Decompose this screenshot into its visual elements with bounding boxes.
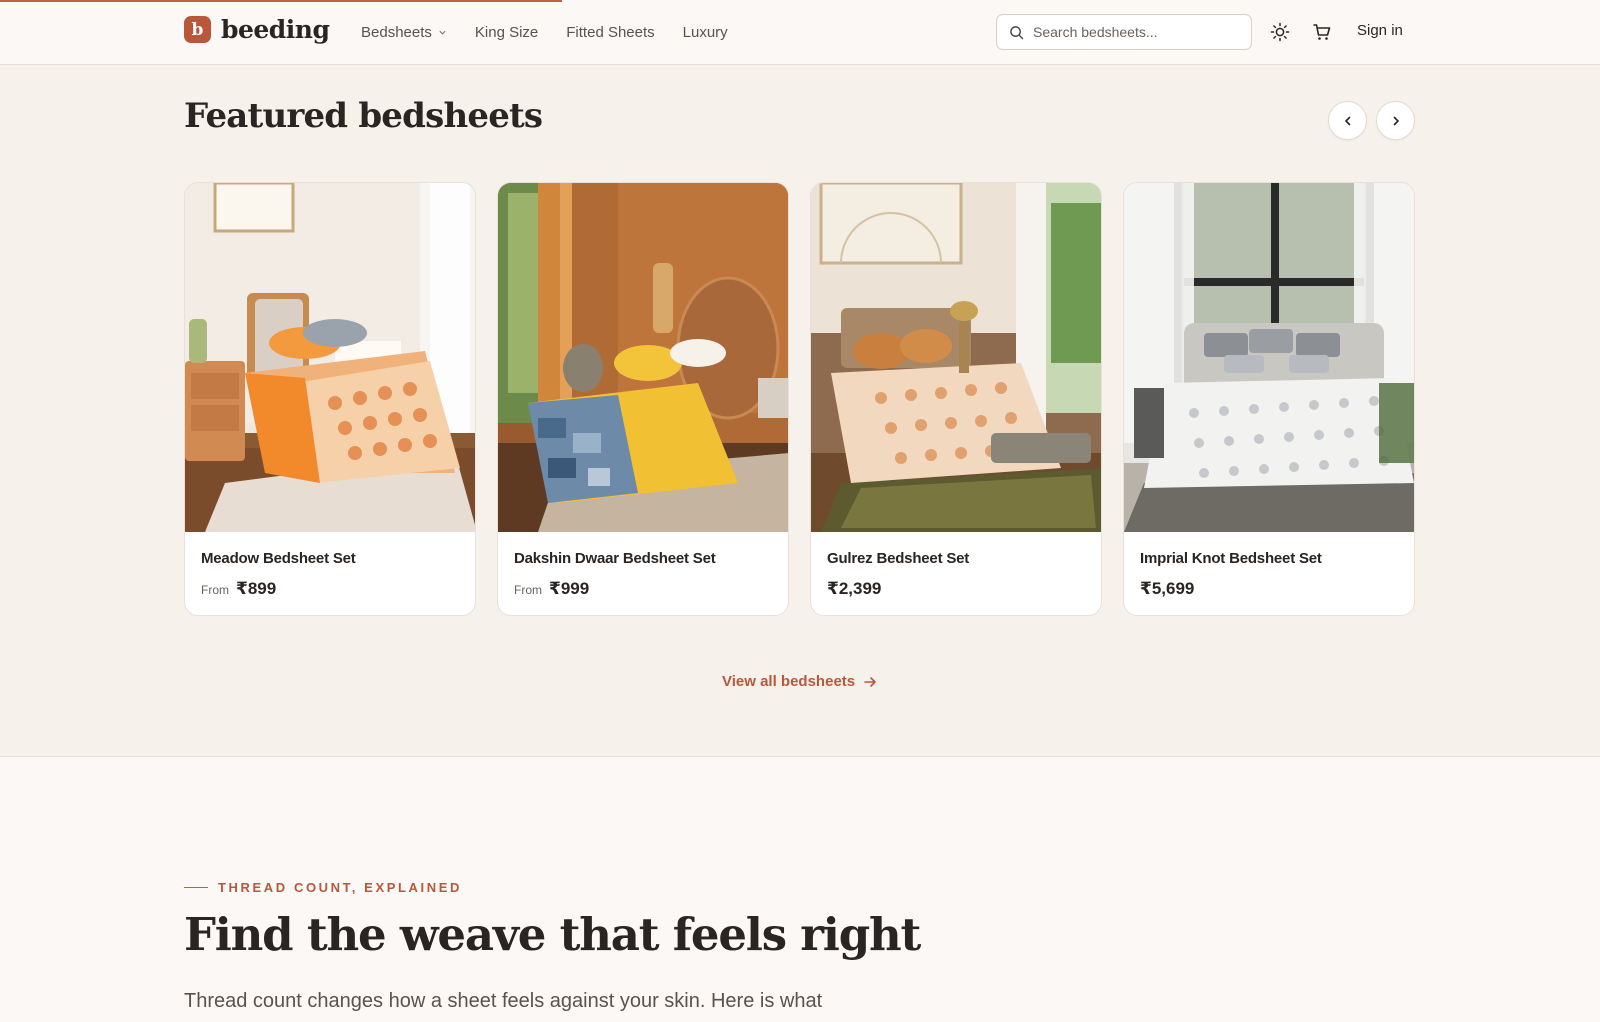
product-image <box>1124 183 1414 532</box>
product-card[interactable]: Imprial Knot Bedsheet Set ₹5,699 <box>1123 182 1415 616</box>
nav-item-label: Luxury <box>682 23 728 41</box>
logo-mark-icon: b <box>184 16 211 43</box>
page-loading-bar <box>0 0 562 2</box>
product-card[interactable]: Dakshin Dwaar Bedsheet Set From ₹999 <box>497 182 789 616</box>
nav-item-label: Fitted Sheets <box>566 23 655 41</box>
product-name: Gulrez Bedsheet Set <box>827 550 970 567</box>
product-price: ₹5,699 <box>1140 579 1195 598</box>
nav-item-label: King Size <box>474 23 539 41</box>
view-all-label: View all bedsheets <box>722 673 856 690</box>
product-image <box>498 183 788 532</box>
cart-button[interactable] <box>1310 20 1334 44</box>
nav-item-fitted-sheets[interactable]: Fitted Sheets <box>566 24 654 41</box>
thread-count-title: Find the weave that feels right <box>184 908 921 961</box>
product-name: Meadow Bedsheet Set <box>201 550 356 567</box>
section-eyebrow: THREAD COUNT, EXPLAINED <box>184 880 462 895</box>
nav-item-luxury[interactable]: Luxury <box>683 24 728 41</box>
price-prefix: From <box>201 583 229 597</box>
price-prefix: From <box>514 583 542 597</box>
nav-item-king-size[interactable]: King Size <box>475 24 538 41</box>
brand-name: beeding <box>221 15 330 44</box>
sign-in-link[interactable]: Sign in <box>1357 22 1403 39</box>
view-all-bedsheets-link[interactable]: View all bedsheets <box>722 673 877 690</box>
product-image <box>811 183 1101 532</box>
product-price: ₹999 <box>549 579 590 598</box>
product-carousel: Meadow Bedsheet Set From ₹899 Dakshin Dw… <box>184 182 1415 616</box>
search-icon <box>1010 25 1024 39</box>
product-name: Imprial Knot Bedsheet Set <box>1140 550 1322 567</box>
search-box[interactable] <box>996 14 1252 50</box>
nav-item-bedsheets[interactable]: Bedsheets <box>361 24 447 41</box>
cart-icon <box>1313 24 1331 40</box>
site-header: b beeding Bedsheets King Size Fitted She… <box>0 0 1600 65</box>
product-price: ₹2,399 <box>827 579 882 598</box>
search-input[interactable] <box>1033 24 1233 40</box>
carousel-prev-button[interactable] <box>1328 101 1367 140</box>
main-nav: Bedsheets King Size Fitted Sheets Luxury <box>361 0 728 64</box>
thread-count-intro: Thread count changes how a sheet feels a… <box>184 990 823 1012</box>
chevron-down-icon <box>439 30 446 35</box>
eyebrow-rule <box>184 887 208 888</box>
nav-item-label: Bedsheets <box>361 23 432 41</box>
theme-toggle-button[interactable] <box>1268 20 1292 44</box>
chevron-left-icon <box>1344 116 1350 125</box>
product-card[interactable]: Gulrez Bedsheet Set ₹2,399 <box>810 182 1102 616</box>
logo[interactable]: b beeding <box>184 15 330 44</box>
featured-title: Featured bedsheets <box>184 96 543 136</box>
product-name: Dakshin Dwaar Bedsheet Set <box>514 550 716 567</box>
arrow-right-icon <box>864 676 876 687</box>
carousel-next-button[interactable] <box>1376 101 1415 140</box>
sun-icon <box>1270 22 1290 42</box>
product-image <box>185 183 475 532</box>
chevron-right-icon <box>1393 116 1399 125</box>
product-card[interactable]: Meadow Bedsheet Set From ₹899 <box>184 182 476 616</box>
eyebrow-label: THREAD COUNT, EXPLAINED <box>218 880 462 895</box>
product-price: ₹899 <box>236 579 277 598</box>
